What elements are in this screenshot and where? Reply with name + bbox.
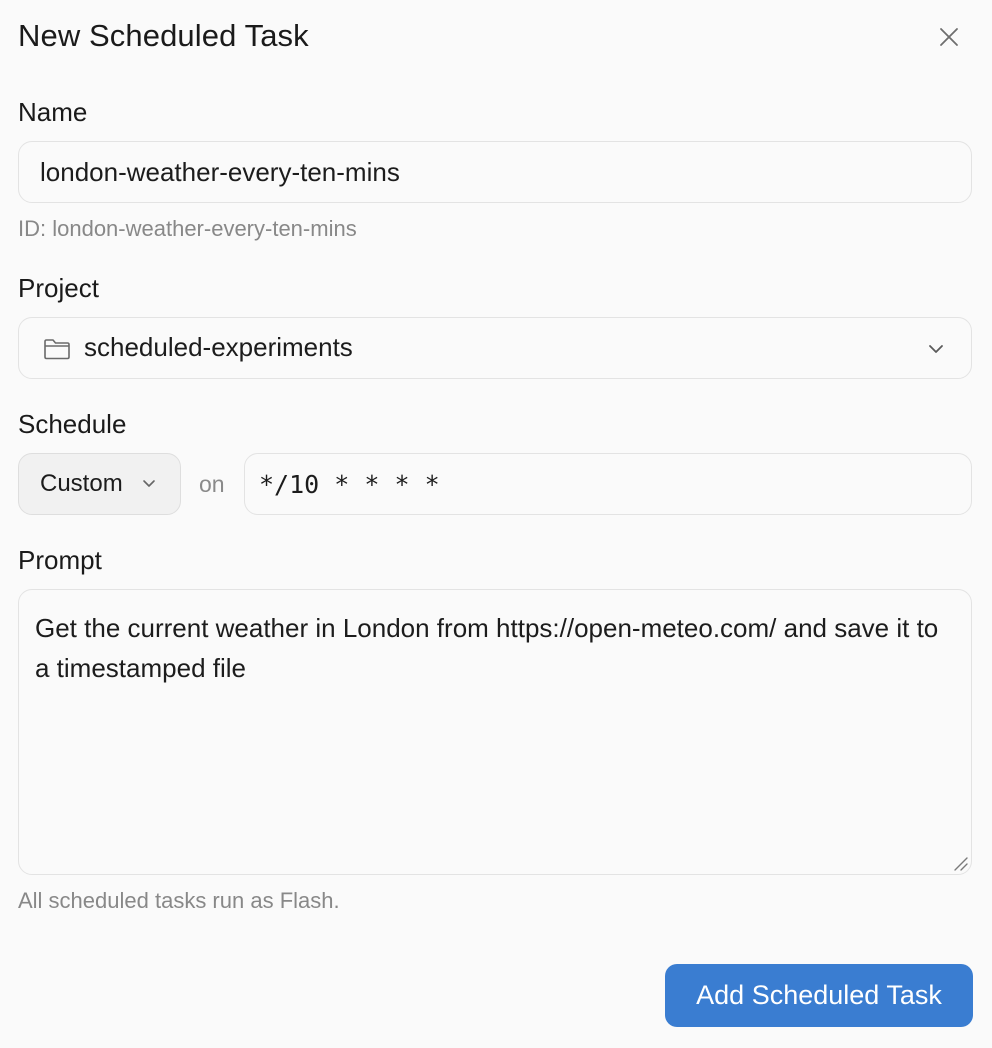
task-id-hint: ID: london-weather-every-ten-mins (18, 216, 357, 241)
project-label: Project (18, 273, 99, 303)
dialog-title: New Scheduled Task (18, 18, 309, 53)
schedule-connector-text: on (199, 471, 225, 497)
prompt-textarea[interactable]: Get the current weather in London from h… (18, 589, 972, 875)
cron-expression-input[interactable] (245, 454, 971, 514)
prompt-label: Prompt (18, 545, 102, 575)
chevron-down-icon (143, 480, 155, 487)
close-icon (940, 28, 958, 46)
folder-icon (44, 339, 70, 360)
schedule-mode-value: Custom (40, 470, 123, 497)
name-input[interactable] (19, 142, 971, 202)
cron-field-wrapper (244, 453, 972, 515)
add-scheduled-task-button[interactable]: Add Scheduled Task (665, 964, 973, 1027)
name-label: Name (18, 97, 88, 127)
project-select[interactable]: scheduled-experiments (18, 317, 972, 379)
resize-handle-icon[interactable] (952, 855, 968, 871)
schedule-label: Schedule (18, 409, 127, 439)
schedule-mode-select[interactable]: Custom (18, 453, 181, 515)
close-button[interactable] (932, 20, 966, 54)
new-scheduled-task-dialog: New Scheduled Task Name ID: london-weath… (0, 0, 992, 1048)
name-field-wrapper (18, 141, 972, 203)
chevron-down-icon (929, 345, 943, 353)
project-value: scheduled-experiments (84, 332, 353, 362)
prompt-footnote: All scheduled tasks run as Flash. (18, 888, 340, 913)
